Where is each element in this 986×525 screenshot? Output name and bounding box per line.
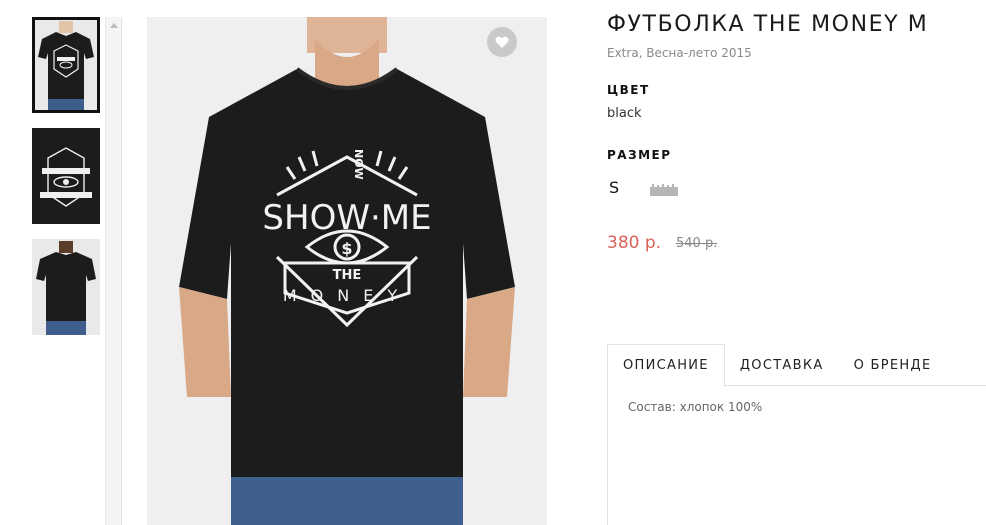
- thumbnail-front[interactable]: [32, 17, 100, 113]
- print-line-the: THE: [333, 268, 362, 283]
- thumbnail-print-image: [32, 128, 100, 224]
- arrow-up-icon[interactable]: [106, 17, 121, 33]
- product-subtitle: Extra, Весна-лето 2015: [607, 46, 752, 60]
- tab-delivery[interactable]: ДОСТАВКА: [725, 344, 839, 386]
- print-line-now: NOW: [352, 149, 365, 180]
- print-line-money: MONEY: [283, 286, 411, 305]
- color-value: black: [607, 106, 642, 121]
- description-text: Состав: хлопок 100%: [628, 400, 763, 414]
- tab-panel-description: Состав: хлопок 100%: [607, 386, 986, 525]
- thumbnail-list: [32, 17, 100, 350]
- tshirt-photo: NOW SHOW·ME $ THE MONEY: [147, 17, 547, 525]
- thumbnail-front-image: [32, 17, 100, 113]
- size-label: РАЗМЕР: [607, 148, 672, 162]
- tab-bar: ОПИСАНИЕ ДОСТАВКА О БРЕНДЕ: [607, 344, 986, 387]
- old-price: 540 р.: [676, 236, 718, 251]
- ruler-icon[interactable]: [650, 181, 678, 196]
- print-line-show-me: SHOW·ME: [262, 198, 431, 238]
- thumbnail-back-image: [32, 239, 100, 335]
- heart-icon[interactable]: [487, 27, 517, 57]
- product-tabs: ОПИСАНИЕ ДОСТАВКА О БРЕНДЕ Состав: хлопо…: [607, 344, 986, 525]
- thumbnail-back[interactable]: [32, 239, 100, 335]
- heart-icon-glyph: [495, 36, 509, 48]
- main-product-image[interactable]: NOW SHOW·ME $ THE MONEY: [147, 17, 547, 525]
- tab-about-brand[interactable]: О БРЕНДЕ: [839, 344, 947, 386]
- size-option-s[interactable]: S: [609, 178, 619, 197]
- product-title: ФУТБОЛКА THE MONEY M: [607, 12, 929, 37]
- tab-description[interactable]: ОПИСАНИЕ: [607, 344, 725, 387]
- color-label: ЦВЕТ: [607, 83, 650, 97]
- thumbnail-scrollbar[interactable]: [105, 17, 122, 525]
- current-price: 380 р.: [607, 233, 662, 253]
- thumbnail-print-closeup[interactable]: [32, 128, 100, 224]
- ruler-icon-glyph: [650, 184, 678, 196]
- print-symbol: $: [341, 239, 352, 258]
